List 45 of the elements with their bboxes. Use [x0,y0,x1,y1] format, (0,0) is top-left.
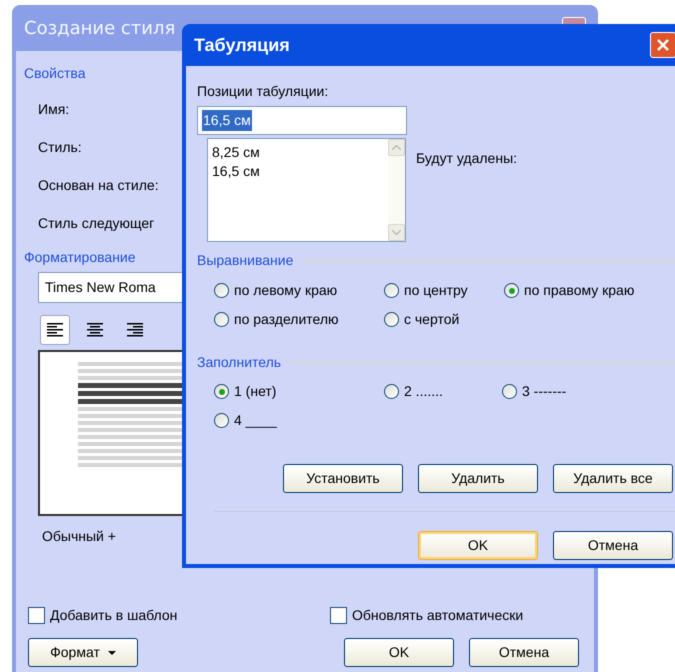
radio-option[interactable]: по центру [384,280,504,301]
list-item[interactable]: 16,5 см [212,162,388,181]
radio-option[interactable]: 2 ....... [384,381,502,402]
action-button[interactable]: Установить [283,464,403,493]
align-right-icon [127,323,143,337]
dialog-button[interactable]: OK [344,638,454,667]
checkbox[interactable] [28,607,45,624]
checkbox[interactable] [330,607,347,624]
close-icon [656,38,670,52]
radio-option[interactable]: 3 ------- [502,381,675,402]
align-left-icon [47,323,63,337]
checkbox-option[interactable]: Добавить в шаблон [28,605,330,626]
tab-position-field[interactable]: 16,5 см [197,106,407,135]
style-description: Обычный + [42,527,116,546]
dialog-button[interactable]: Отмена [469,638,579,667]
close-button[interactable] [650,32,675,58]
field-label: Стиль следующег [38,214,154,233]
radio-option[interactable]: по правому краю [504,280,675,301]
radio-option[interactable]: с чертой [384,309,504,330]
action-button[interactable]: Удалить [418,464,538,493]
window-title: Создание стиля [24,16,176,40]
window-title: Табуляция [194,34,290,57]
radio-option[interactable]: по левому краю [214,280,384,301]
caret-icon [108,650,116,654]
align-center-icon [87,323,103,337]
field-label: Имя: [38,100,70,119]
action-button[interactable]: Удалить все [553,464,673,493]
field-label: Будут удалены: [416,149,518,168]
section-heading: Заполнитель [197,353,282,372]
radio-option[interactable]: 4 ____ [214,410,384,431]
dialog-button[interactable]: OK [418,531,538,560]
checkbox-option[interactable]: Обновлять автоматически [330,605,524,626]
radio-option[interactable]: 1 (нет) [214,381,384,402]
list-item[interactable]: 8,25 см [212,143,388,162]
dialog-button[interactable]: Отмена [553,531,673,560]
field-label: Стиль: [38,138,82,157]
section-heading: Свойства [24,64,86,81]
field-label: Основан на стиле: [38,176,159,195]
align-button[interactable] [40,315,70,345]
radio-option[interactable]: по разделителю [214,309,384,330]
section-heading: Форматирование [24,248,136,265]
tab-positions-list[interactable]: 8,25 см 16,5 см [207,138,406,242]
menu-button[interactable]: Формат [28,638,138,667]
field-label: Позиции табуляции: [197,82,330,101]
section-heading: Выравнивание [197,251,294,270]
